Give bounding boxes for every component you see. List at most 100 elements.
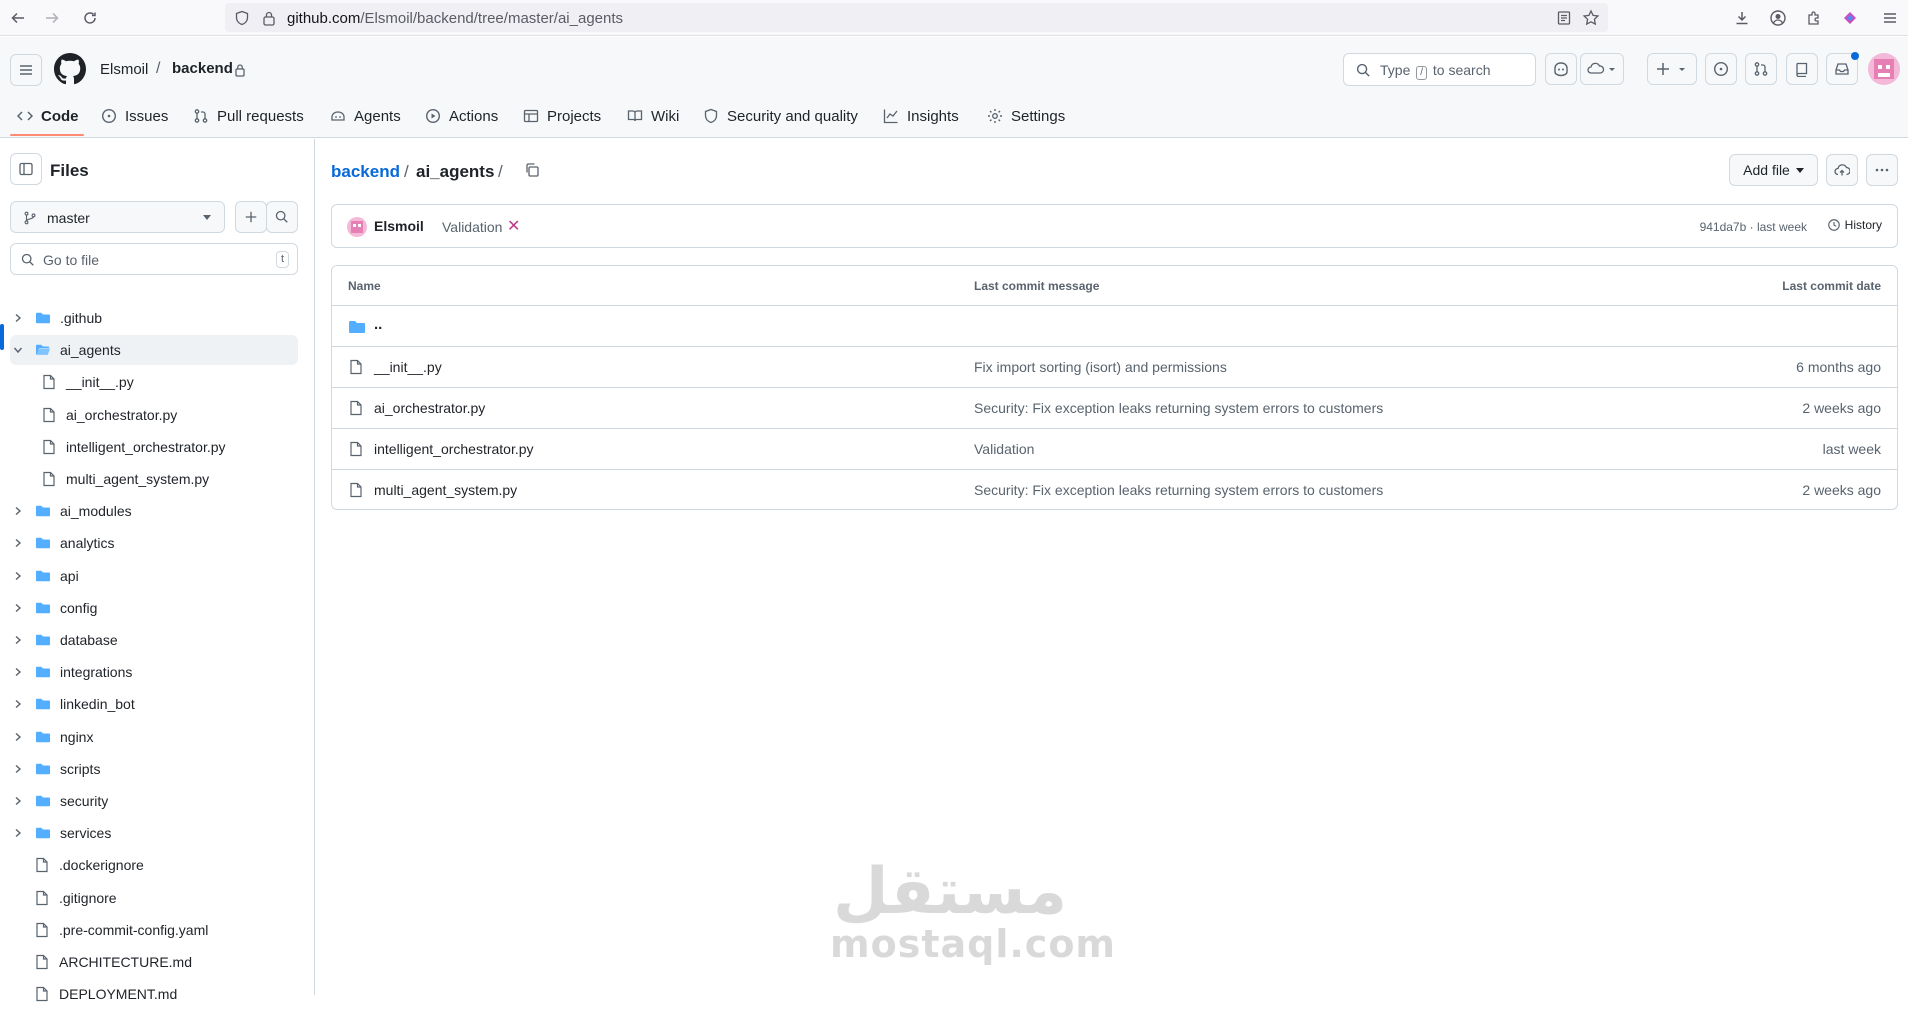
back-icon[interactable] (6, 6, 30, 30)
upload-cloud-icon[interactable] (1826, 154, 1858, 186)
tree-folder[interactable]: .github (10, 303, 298, 333)
chevron-right-icon[interactable] (13, 635, 23, 645)
go-to-file-input[interactable]: Go to file t (10, 243, 298, 275)
tree-folder[interactable]: security (10, 786, 298, 816)
tree-folder[interactable]: ai_modules (10, 496, 298, 526)
tab-insights[interactable]: Insights (883, 103, 959, 129)
tree-file[interactable]: DEPLOYMENT.md (10, 979, 298, 1009)
tree-folder[interactable]: linkedin_bot (10, 689, 298, 719)
table-row[interactable]: intelligent_orchestrator.py Validation las… (332, 429, 1897, 470)
tree-folder[interactable]: integrations (10, 657, 298, 687)
status-failed-icon[interactable]: ✕ (507, 216, 520, 236)
tree-folder[interactable]: analytics (10, 528, 298, 558)
chevron-right-icon[interactable] (13, 796, 23, 806)
reader-view-icon[interactable] (1556, 10, 1572, 26)
create-new-dropdown[interactable] (1647, 53, 1697, 85)
more-options-icon[interactable] (1866, 154, 1898, 186)
tree-folder[interactable]: ai_agents (10, 335, 298, 366)
lock-icon[interactable] (262, 10, 276, 26)
chevron-right-icon[interactable] (13, 732, 23, 742)
tab-projects[interactable]: Projects (523, 103, 601, 129)
download-icon[interactable] (1730, 6, 1754, 30)
tab-settings[interactable]: Settings (987, 103, 1065, 129)
search-files-icon[interactable] (266, 201, 298, 233)
file-name-link[interactable]: multi_agent_system.py (374, 482, 517, 498)
tab-wiki[interactable]: Wiki (627, 103, 679, 129)
chevron-right-icon[interactable] (13, 699, 23, 709)
tree-file[interactable]: intelligent_orchestrator.py (10, 432, 298, 462)
collapse-sidebar-icon[interactable] (10, 153, 42, 185)
avatar[interactable] (1868, 53, 1900, 85)
owner-link[interactable]: Elsmoil (100, 61, 148, 78)
commit-message-link[interactable]: Validation (974, 441, 1034, 457)
tree-file[interactable]: ARCHITECTURE.md (10, 947, 298, 977)
chevron-right-icon[interactable] (13, 538, 23, 548)
chevron-right-icon[interactable] (13, 603, 23, 613)
account-icon[interactable] (1766, 6, 1790, 30)
url-text[interactable]: github.com/Elsmoil/backend/tree/master/a… (287, 10, 623, 27)
breadcrumb-repo-link[interactable]: backend (331, 162, 400, 182)
table-row[interactable]: __init__.py Fix import sorting (isort) an… (332, 347, 1897, 388)
copy-path-icon[interactable] (524, 162, 540, 178)
tab-actions[interactable]: Actions (425, 103, 498, 129)
history-button[interactable]: History (1827, 218, 1882, 232)
chevron-right-icon[interactable] (13, 313, 23, 323)
tree-folder[interactable]: config (10, 593, 298, 623)
parent-directory-link[interactable]: .. (374, 316, 382, 333)
file-name-link[interactable]: ai_orchestrator.py (374, 400, 485, 416)
tree-folder[interactable]: api (10, 561, 298, 591)
repositories-icon[interactable] (1786, 53, 1818, 85)
url-bar[interactable]: github.com/Elsmoil/backend/tree/master/a… (225, 3, 1608, 32)
repo-link[interactable]: backend (172, 60, 233, 77)
tab-agents[interactable]: Agents (330, 103, 401, 129)
tree-file[interactable]: .pre-commit-config.yaml (10, 915, 298, 945)
bookmark-star-icon[interactable] (1582, 9, 1600, 27)
file-name-link[interactable]: __init__.py (374, 359, 442, 375)
extension-colorful-icon[interactable] (1838, 6, 1862, 30)
table-row[interactable]: multi_agent_system.py Security: Fix excep… (332, 470, 1897, 509)
tree-file[interactable]: .dockerignore (10, 850, 298, 880)
browser-menu-icon[interactable] (1878, 6, 1902, 30)
tree-file[interactable]: __init__.py (10, 367, 298, 397)
tab-issues[interactable]: Issues (101, 103, 168, 129)
commit-message-link[interactable]: Security: Fix exception leaks returning … (974, 482, 1383, 498)
issues-icon[interactable] (1705, 53, 1737, 85)
tab-code[interactable]: Code (17, 103, 79, 129)
chevron-down-icon[interactable] (13, 345, 23, 355)
add-file-button[interactable]: Add file (1729, 154, 1818, 186)
add-file-plus-icon[interactable] (235, 201, 267, 233)
file-name-link[interactable]: intelligent_orchestrator.py (374, 441, 534, 457)
chevron-right-icon[interactable] (13, 571, 23, 581)
commit-author-avatar[interactable] (347, 217, 367, 237)
commit-meta[interactable]: 941da7b · last week (1700, 220, 1807, 234)
github-logo-icon[interactable] (54, 53, 86, 85)
extensions-icon[interactable] (1802, 6, 1826, 30)
tree-folder[interactable]: services (10, 818, 298, 848)
tab-security-and-quality[interactable]: Security and quality (703, 103, 858, 129)
chevron-right-icon[interactable] (13, 506, 23, 516)
tree-file[interactable]: .gitignore (10, 883, 298, 913)
commit-author[interactable]: Elsmoil (374, 218, 424, 234)
tree-file[interactable]: multi_agent_system.py (10, 464, 298, 494)
pull-requests-icon[interactable] (1745, 53, 1777, 85)
shield-tracking-icon[interactable] (234, 10, 250, 26)
copilot-cloud-dropdown[interactable] (1580, 53, 1624, 85)
copilot-icon[interactable] (1545, 53, 1577, 85)
tree-folder[interactable]: scripts (10, 754, 298, 784)
table-row[interactable]: ai_orchestrator.py Security: Fix exceptio… (332, 388, 1897, 429)
chevron-right-icon[interactable] (13, 764, 23, 774)
commit-message[interactable]: Validation (442, 219, 502, 235)
commit-sha[interactable]: 941da7b (1700, 220, 1747, 234)
forward-icon[interactable] (40, 6, 64, 30)
branch-selector[interactable]: master (10, 201, 225, 233)
search-input[interactable]: Type / to search (1343, 53, 1536, 86)
reload-icon[interactable] (78, 6, 102, 30)
commit-message-link[interactable]: Fix import sorting (isort) and permissio… (974, 359, 1227, 375)
chevron-right-icon[interactable] (13, 828, 23, 838)
tree-file[interactable]: ai_orchestrator.py (10, 400, 298, 430)
commit-message-link[interactable]: Security: Fix exception leaks returning … (974, 400, 1383, 416)
tree-folder[interactable]: database (10, 625, 298, 655)
parent-directory-row[interactable]: .. (332, 306, 1897, 347)
chevron-right-icon[interactable] (13, 667, 23, 677)
tab-pull-requests[interactable]: Pull requests (193, 103, 304, 129)
